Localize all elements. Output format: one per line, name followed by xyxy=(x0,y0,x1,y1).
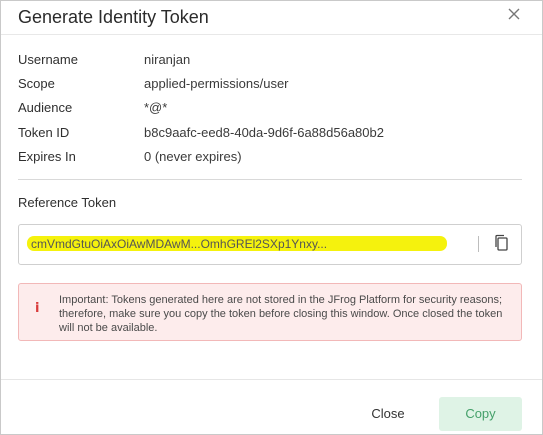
token-field-separator xyxy=(478,236,479,252)
token-id-value: b8c9aafc-eed8-40da-9d6f-6a88d56a80b2 xyxy=(144,125,384,140)
dialog-title: Generate Identity Token xyxy=(18,7,209,27)
header-divider xyxy=(1,34,542,35)
copy-icon[interactable] xyxy=(493,234,509,252)
username-value: niranjan xyxy=(144,52,191,67)
expires-in-label: Expires In xyxy=(18,149,76,164)
close-button[interactable]: Close xyxy=(357,398,419,430)
scope-label: Scope xyxy=(18,76,55,91)
close-icon[interactable] xyxy=(507,7,521,21)
expires-in-value: 0 (never expires) xyxy=(144,149,242,164)
reference-token-label: Reference Token xyxy=(18,195,117,210)
reference-token-value[interactable]: cmVmdGtuOiAxOiAwMDAwM...OmhGREl2SXp1Ynxy… xyxy=(31,237,459,251)
info-icon: i xyxy=(35,301,40,316)
copy-button[interactable]: Copy xyxy=(439,397,522,431)
reference-token-field[interactable]: cmVmdGtuOiAxOiAwMDAwM...OmhGREl2SXp1Ynxy… xyxy=(18,224,522,265)
audience-label: Audience xyxy=(18,100,73,115)
audience-value: *@* xyxy=(144,100,168,115)
alert-text: Important: Tokens generated here are not… xyxy=(59,294,503,334)
token-id-label: Token ID xyxy=(18,125,70,140)
section-divider xyxy=(18,179,522,180)
footer-divider xyxy=(1,379,542,380)
warning-alert: i Important: Tokens generated here are n… xyxy=(18,283,522,341)
scope-value: applied-permissions/user xyxy=(144,76,289,91)
generate-token-dialog: Generate Identity Token Username niranja… xyxy=(0,0,543,435)
username-label: Username xyxy=(18,52,78,67)
